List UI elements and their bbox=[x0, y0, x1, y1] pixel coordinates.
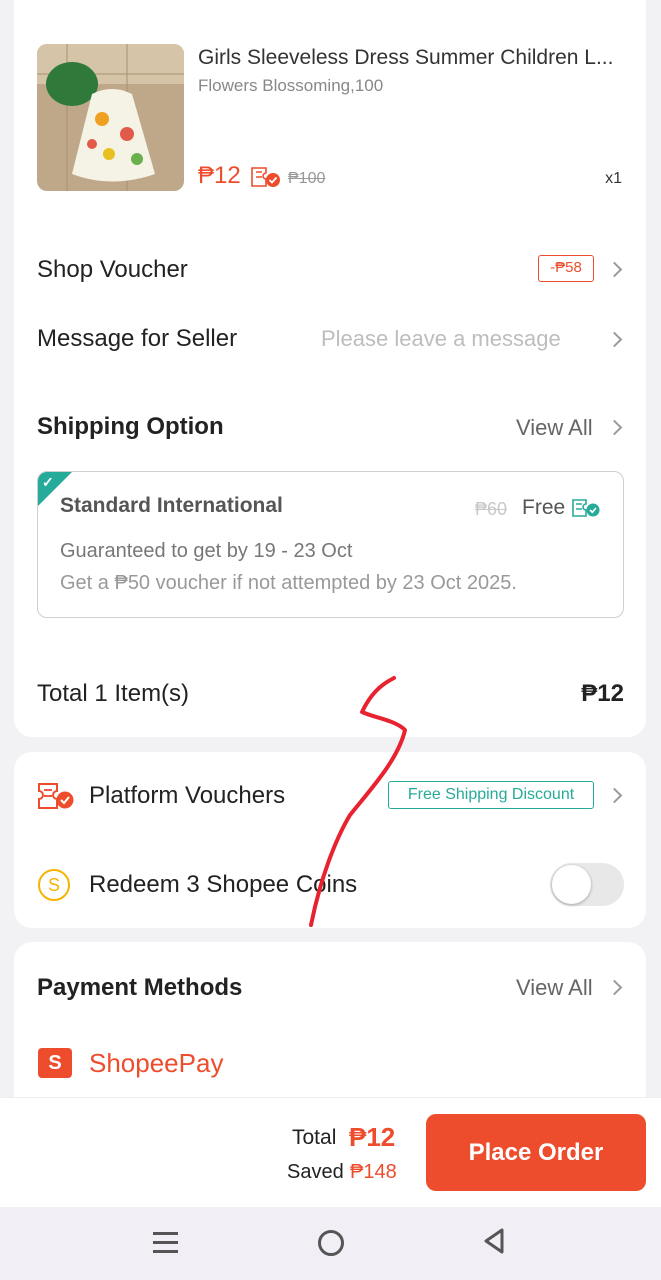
toggle-knob bbox=[552, 865, 591, 904]
platform-vouchers-label[interactable]: Platform Vouchers bbox=[89, 782, 285, 810]
shipping-option-name: Standard International bbox=[60, 494, 283, 517]
coin-icon: S bbox=[38, 869, 70, 901]
system-navigation-bar bbox=[0, 1207, 661, 1280]
vouchers-card: Platform Vouchers Free Shipping Discount… bbox=[14, 752, 646, 928]
shopeepay-icon: S bbox=[38, 1048, 72, 1078]
product-variant: Flowers Blossoming,100 bbox=[198, 76, 384, 95]
chevron-right-icon[interactable] bbox=[606, 787, 623, 804]
shopeepay-option[interactable]: ShopeePay bbox=[89, 1048, 223, 1079]
menu-icon[interactable] bbox=[153, 1232, 178, 1254]
shipping-option-title: Shipping Option bbox=[37, 413, 224, 440]
payment-view-all[interactable]: View All bbox=[516, 975, 593, 1001]
payment-methods-title: Payment Methods bbox=[37, 974, 243, 1001]
platform-voucher-icon bbox=[37, 781, 75, 816]
payment-methods-card: Payment Methods View All S ShopeePay bbox=[14, 942, 646, 1122]
total-items-price: ₱12 bbox=[581, 680, 624, 707]
footer-saved-value: ₱148 bbox=[350, 1161, 397, 1183]
total-items-label: Total 1 Item(s) bbox=[37, 680, 190, 707]
shop-voucher-label[interactable]: Shop Voucher bbox=[37, 256, 188, 284]
back-icon[interactable] bbox=[482, 1227, 506, 1260]
shop-voucher-value[interactable]: -₱58 bbox=[538, 255, 594, 282]
product-title[interactable]: Girls Sleeveless Dress Summer Children L… bbox=[198, 46, 638, 70]
chevron-right-icon[interactable] bbox=[606, 979, 623, 996]
product-image[interactable] bbox=[37, 44, 184, 191]
home-icon[interactable] bbox=[318, 1230, 344, 1256]
checkout-bar: Total ₱12 Saved ₱148 Place Order bbox=[0, 1097, 661, 1207]
shipping-voucher-note: Get a ₱50 voucher if not attempted by 23… bbox=[60, 572, 517, 594]
free-shipping-discount-tag[interactable]: Free Shipping Discount bbox=[388, 781, 594, 809]
redeem-coins-label: Redeem 3 Shopee Coins bbox=[89, 871, 358, 898]
place-order-button[interactable]: Place Order bbox=[426, 1114, 646, 1191]
shop-order-card: Girls Sleeveless Dress Summer Children L… bbox=[14, 0, 646, 737]
check-icon: ✓ bbox=[42, 474, 54, 490]
chevron-right-icon[interactable] bbox=[606, 419, 623, 436]
message-for-seller-label: Message for Seller bbox=[37, 325, 238, 352]
chevron-right-icon[interactable] bbox=[606, 261, 623, 278]
product-price: ₱12 bbox=[198, 162, 241, 189]
shipping-view-all[interactable]: View All bbox=[516, 415, 593, 441]
free-shipping-voucher-icon bbox=[571, 498, 601, 523]
shipping-old-fee: ₱60 bbox=[475, 499, 508, 519]
footer-total-label: Total bbox=[292, 1126, 337, 1149]
product-quantity: x1 bbox=[605, 170, 622, 187]
chevron-right-icon[interactable] bbox=[606, 331, 623, 348]
footer-total-value: ₱12 bbox=[349, 1122, 396, 1152]
message-input[interactable]: Please leave a message bbox=[321, 326, 561, 352]
shipping-fee: Free bbox=[522, 496, 566, 519]
redeem-coins-toggle[interactable] bbox=[550, 863, 624, 906]
shipping-option-card[interactable]: ✓ Standard International ₱60 Free Guaran… bbox=[37, 471, 624, 618]
shipping-guarantee-text: Guaranteed to get by 19 - 23 Oct bbox=[60, 540, 353, 562]
voucher-check-icon bbox=[250, 166, 282, 193]
product-original-price: ₱100 bbox=[288, 170, 326, 187]
footer-saved-label: Saved bbox=[287, 1161, 344, 1183]
